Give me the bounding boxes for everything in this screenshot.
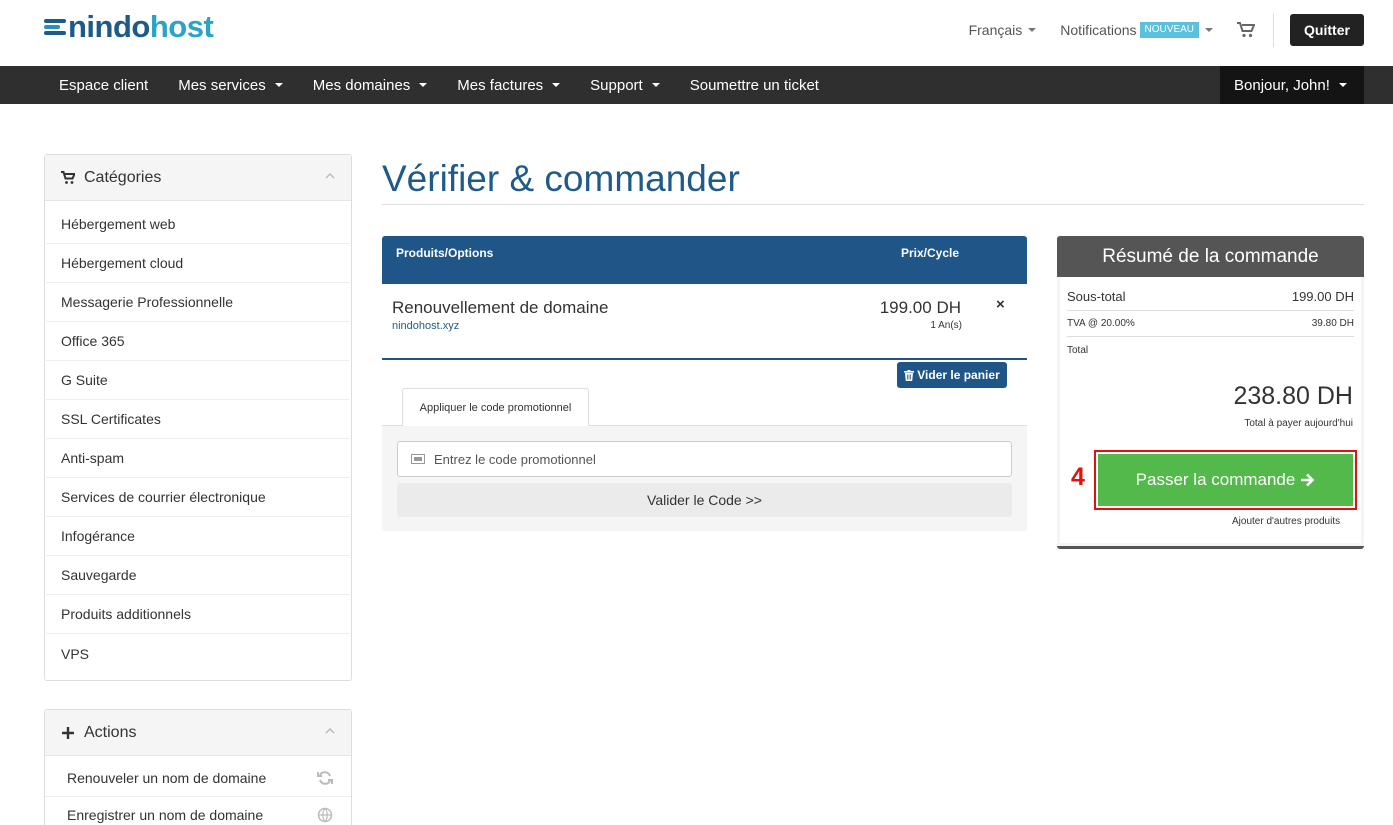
total-amount: 238.80 DH [1233, 382, 1353, 410]
remove-item-icon[interactable]: × [996, 296, 1005, 313]
checkout-button[interactable]: Passer la commande [1098, 454, 1353, 506]
sidebar-item-antispam[interactable]: Anti-spam [46, 439, 350, 478]
nav-my-invoices[interactable]: Mes factures [442, 66, 575, 104]
chevron-down-icon [1338, 83, 1347, 87]
notifications-dropdown[interactable]: Notifications NOUVEAU [1060, 22, 1213, 38]
logo-icon [44, 16, 66, 38]
sidebar-item-email-services[interactable]: Services de courrier électronique [46, 478, 350, 517]
action-register-domain[interactable]: Enregistrer un nom de domaine [45, 797, 351, 825]
actions-header[interactable]: Actions [45, 710, 351, 756]
plus-icon [62, 726, 74, 739]
sidebar-item-pro-mail[interactable]: Messagerie Professionnelle [46, 283, 350, 322]
product-price: 199.00 DH [879, 298, 961, 317]
chevron-down-icon [274, 83, 283, 87]
title-divider [382, 204, 1364, 205]
tax-label: TVA @ 20.00% [1067, 318, 1135, 329]
nav-submit-ticket[interactable]: Soumettre un ticket [675, 66, 834, 104]
notifications-label: Notifications [1060, 22, 1137, 38]
page-title: Vérifier & commander [382, 158, 740, 199]
tab-promo-code[interactable]: Appliquer le code promotionnel [402, 388, 589, 426]
new-badge: NOUVEAU [1139, 22, 1199, 38]
nav-my-services[interactable]: Mes services [163, 66, 298, 104]
chevron-down-icon [651, 83, 660, 87]
action-renew-domain[interactable]: Renouveler un nom de domaine [45, 760, 351, 797]
site-header: nindohost Français Notifications NOUVEAU… [0, 0, 1393, 66]
promo-code-field[interactable] [397, 441, 1012, 477]
actions-title: Actions [84, 723, 137, 741]
subtotal-value: 199.00 DH [1291, 289, 1354, 304]
product-cycle: 1 An(s) [930, 320, 962, 331]
divider [1273, 13, 1274, 47]
sidebar-item-cloud-hosting[interactable]: Hébergement cloud [46, 244, 350, 283]
sidebar-item-managed[interactable]: Infogérance [46, 517, 350, 556]
promo-code-panel: Valider le Code >> [382, 425, 1027, 531]
subtotal-row: Sous-total 199.00 DH [1067, 289, 1354, 304]
sidebar-item-ssl[interactable]: SSL Certificates [46, 400, 350, 439]
header-actions: Français Notifications NOUVEAU Quitter [969, 13, 1364, 47]
cart-item-row: Renouvellement de domaine nindohost.xyz … [382, 284, 1027, 360]
globe-icon [317, 807, 333, 823]
trash-icon [904, 369, 915, 381]
validate-code-button[interactable]: Valider le Code >> [397, 483, 1012, 517]
sidebar-item-gsuite[interactable]: G Suite [46, 361, 350, 400]
logo-text-part2: host [149, 9, 214, 44]
chevron-down-icon [552, 83, 561, 87]
main-navbar: Espace client Mes services Mes domaines … [0, 66, 1393, 104]
sidebar-item-web-hosting[interactable]: Hébergement web [46, 205, 350, 244]
product-name: Renouvellement de domaine [392, 298, 609, 317]
chevron-down-icon [1205, 28, 1213, 32]
chevron-up-icon[interactable] [325, 726, 335, 736]
nav-support[interactable]: Support [575, 66, 675, 104]
cart-icon [61, 170, 75, 184]
nav-client-area[interactable]: Espace client [44, 66, 163, 104]
user-greeting: Bonjour, John! [1234, 76, 1330, 94]
order-summary-title: Résumé de la commande [1057, 236, 1364, 277]
tax-value: 39.80 DH [1311, 318, 1354, 329]
refresh-icon [317, 771, 333, 785]
categories-header[interactable]: Catégories [45, 155, 351, 201]
ticket-icon [411, 454, 425, 464]
step-number-annotation: 4 [1071, 463, 1085, 491]
chevron-down-icon [419, 83, 428, 87]
nindohost-logo[interactable]: nindohost [44, 9, 214, 44]
sidebar-item-office365[interactable]: Office 365 [46, 322, 350, 361]
nav-my-domains[interactable]: Mes domaines [298, 66, 443, 104]
empty-cart-button[interactable]: Vider le panier [897, 362, 1007, 388]
product-domain: nindohost.xyz [392, 320, 460, 332]
column-header-products: Produits/Options [396, 246, 494, 260]
add-more-products-link[interactable]: Ajouter d'autres produits [1232, 516, 1340, 527]
sidebar-item-addons[interactable]: Produits additionnels [46, 595, 350, 634]
total-row: Total [1067, 345, 1354, 356]
cart-table-header: Produits/Options Prix/Cycle [382, 236, 1027, 284]
promo-code-input[interactable] [434, 451, 934, 467]
categories-panel: Catégories Hébergement web Hébergement c… [44, 154, 352, 681]
cart-table: Produits/Options Prix/Cycle Renouvelleme… [382, 236, 1027, 360]
user-menu[interactable]: Bonjour, John! [1220, 66, 1364, 104]
subtotal-label: Sous-total [1067, 289, 1126, 304]
checkout-label: Passer la commande [1135, 470, 1296, 489]
column-header-price: Prix/Cycle [901, 246, 960, 260]
total-label: Total [1067, 345, 1089, 356]
chevron-down-icon [1028, 28, 1037, 32]
tax-row: TVA @ 20.00% 39.80 DH [1067, 318, 1354, 329]
logo-text-part1: nindo [68, 9, 150, 44]
arrow-right-icon [1301, 473, 1315, 487]
actions-panel: Actions Renouveler un nom de domaine Enr… [44, 709, 352, 825]
categories-title: Catégories [84, 168, 162, 186]
language-dropdown[interactable]: Français [969, 22, 1037, 38]
sidebar-item-vps[interactable]: VPS [46, 634, 350, 673]
language-label: Français [968, 22, 1023, 38]
sidebar-item-backup[interactable]: Sauvegarde [46, 556, 350, 595]
quit-button[interactable]: Quitter [1290, 14, 1364, 46]
cart-icon[interactable] [1237, 22, 1255, 38]
total-caption: Total à payer aujourd'hui [1244, 418, 1353, 429]
checkout-highlight: Passer la commande [1094, 450, 1357, 510]
chevron-up-icon[interactable] [325, 171, 335, 181]
